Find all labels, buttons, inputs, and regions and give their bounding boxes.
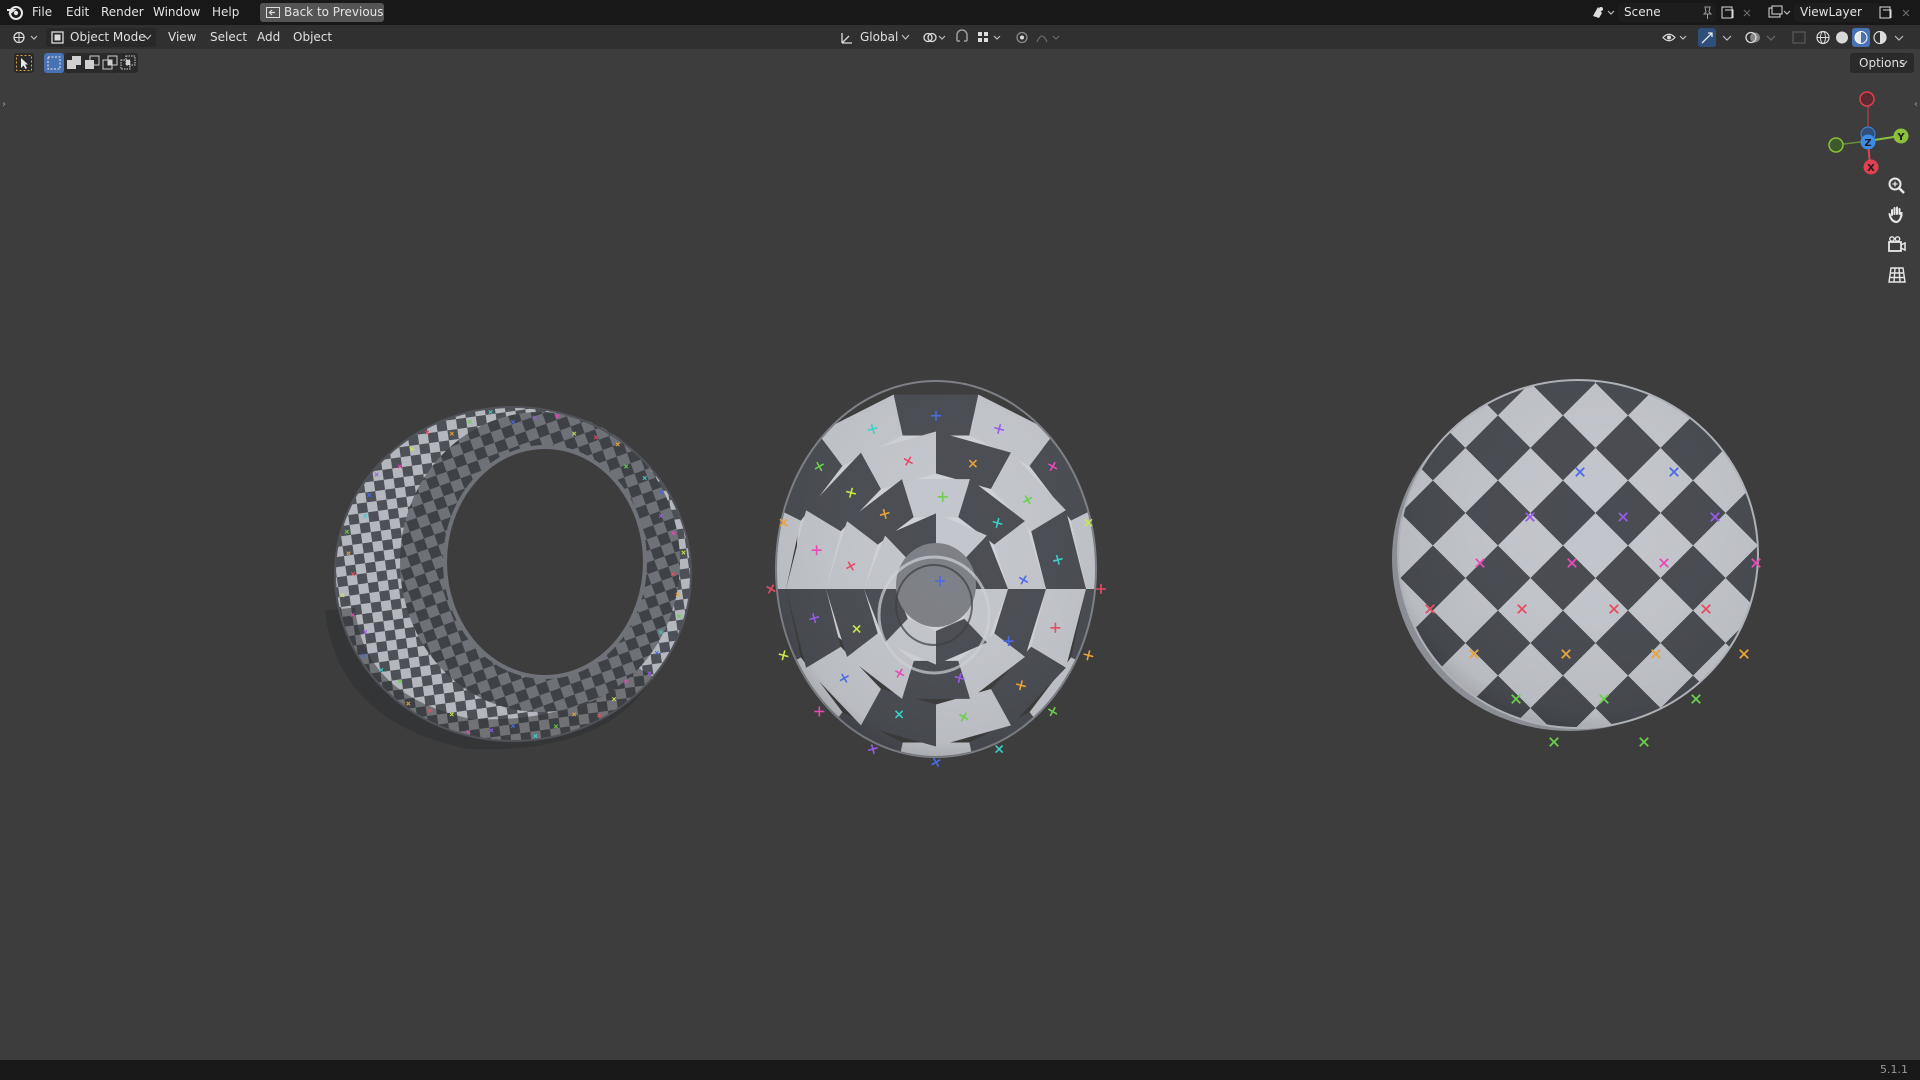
menu-object[interactable]: Object [289,28,336,47]
uv-marker [1047,706,1058,717]
chevron-down-icon [143,34,152,40]
menu-file[interactable]: File [30,4,54,21]
view-layer-browse-icon[interactable] [1766,4,1792,21]
falloff-curve-icon[interactable] [1034,28,1064,47]
object-mode-icon [51,31,64,44]
object-mode-dropdown[interactable]: Object Mode [46,28,156,47]
shading-wireframe-icon[interactable] [1814,28,1832,47]
delete-scene-icon[interactable] [1741,4,1753,21]
uv-marker [778,650,789,661]
uv-marker [1639,737,1649,747]
new-scene-icon[interactable] [1720,4,1736,21]
back-to-previous-button[interactable]: Back to Previous [260,3,384,22]
menu-edit[interactable]: Edit [64,4,91,21]
menu-view[interactable]: View [164,28,200,47]
screen-back-icon [266,7,280,18]
menu-select[interactable]: Select [206,28,251,47]
menu-window[interactable]: Window [151,4,202,21]
new-view-layer-icon[interactable] [1878,4,1894,21]
view-layer-name: ViewLayer [1800,5,1862,19]
pivot-point-icon[interactable] [920,28,948,47]
status-bar: 5.1.1 [0,1060,1920,1080]
transform-orientation-dropdown[interactable]: Global [836,28,912,47]
show-gizmo-icon[interactable] [1698,28,1716,47]
menu-render[interactable]: Render [99,4,146,21]
object-visibility-icon[interactable] [1660,28,1690,47]
blender-version-label: 5.1.1 [1880,1063,1908,1076]
show-overlays-icon[interactable] [1744,28,1762,47]
chevron-down-icon [901,34,910,40]
shading-options-chevron-icon[interactable] [1892,28,1906,47]
scene-name: Scene [1624,5,1661,19]
uv-marker [1739,649,1749,659]
shading-solid-icon[interactable] [1833,28,1851,47]
uv-marker [1691,694,1701,704]
uv-marker [1096,584,1106,594]
proportional-editing-icon[interactable] [1013,28,1031,47]
gizmo-options-chevron-icon[interactable] [1720,28,1734,47]
open-tube-object[interactable] [325,406,692,750]
pin-icon[interactable] [1700,4,1714,21]
snap-toggle-icon[interactable] [954,28,970,47]
uv-marker [1083,650,1094,661]
back-to-previous-label: Back to Previous [284,5,384,19]
delete-view-layer-icon[interactable] [1900,4,1912,21]
scene-browse-icon[interactable] [1590,4,1616,21]
editor-type-icon[interactable] [10,28,40,47]
viewport-header: Object Mode View Select Add Object Globa… [0,25,1920,49]
scene-render [325,369,1780,783]
view-layer-name-field[interactable]: ViewLayer [1794,3,1880,22]
blender-logo-icon[interactable] [6,4,24,21]
object-mode-label: Object Mode [70,30,146,44]
orientation-label: Global [860,30,899,44]
top-bar: File Edit Render Window Help Back to Pre… [0,0,1920,25]
3d-viewport[interactable]: Options › ‹ Y Z X [0,49,1920,1060]
uv-marker [814,706,825,717]
xray-toggle-icon[interactable] [1790,28,1808,47]
snap-target-icon[interactable] [975,28,1005,47]
menu-add[interactable]: Add [253,28,284,47]
shading-material-preview-icon[interactable] [1852,28,1870,47]
uv-marker [1549,737,1559,747]
ring-cylinder-object[interactable] [746,380,1126,783]
orientation-global-icon [841,33,852,44]
menu-help[interactable]: Help [210,4,241,21]
shading-rendered-icon[interactable] [1871,28,1889,47]
overlay-options-chevron-icon[interactable] [1764,28,1778,47]
checker-disc-object[interactable] [1380,369,1780,749]
